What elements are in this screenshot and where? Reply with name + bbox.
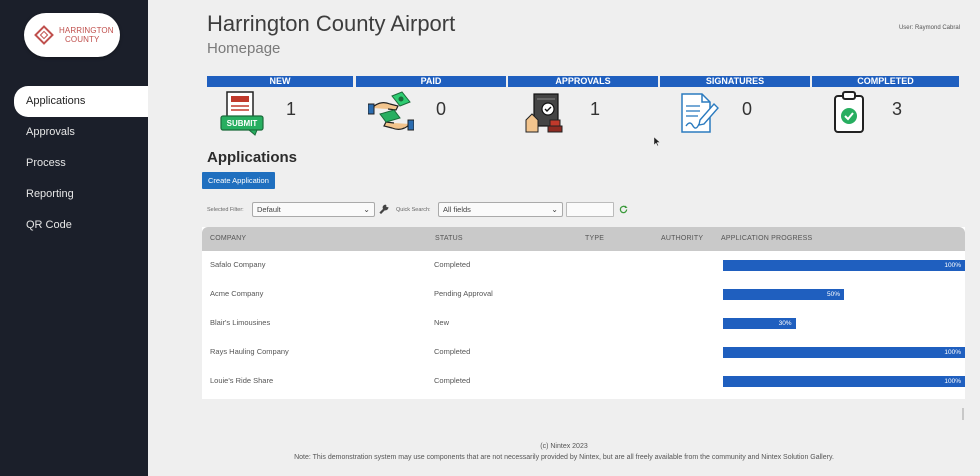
progress-bar-fill: 30% (723, 318, 796, 329)
column-header-type[interactable]: TYPE (585, 227, 604, 251)
selected-filter-label: Selected Filter: (207, 207, 244, 213)
progress-label: 30% (778, 320, 792, 327)
status-cell: Completed (434, 260, 471, 269)
stat-label: COMPLETED (812, 76, 959, 87)
column-header-status[interactable]: STATUS (435, 227, 463, 251)
stat-label: PAID (356, 76, 506, 87)
status-cell: Completed (434, 376, 471, 385)
progress-label: 100% (944, 262, 961, 269)
signature-document-icon (681, 93, 719, 133)
approval-stamp-icon (525, 93, 563, 133)
sidebar-item-approvals[interactable]: Approvals (0, 117, 148, 148)
page-subtitle: Homepage (207, 40, 281, 57)
logo-line-2: COUNTY (65, 35, 100, 44)
stat-tile-approvals[interactable]: APPROVALS 1 (508, 76, 658, 140)
table-row[interactable]: Rays Hauling Company Completed 100% (202, 339, 965, 368)
stat-tile-paid[interactable]: PAID 0 (356, 76, 506, 140)
progress-label: 100% (944, 378, 961, 385)
stat-value: 0 (436, 99, 447, 119)
table-row[interactable]: Acme Company Pending Approval 50% (202, 281, 965, 310)
mouse-cursor-icon (654, 137, 660, 146)
clipboard-check-icon (834, 91, 864, 133)
sidebar-item-reporting[interactable]: Reporting (0, 179, 148, 210)
status-cell: Pending Approval (434, 289, 493, 298)
sidebar-item-process[interactable]: Process (0, 148, 148, 179)
quick-search-label: Quick Search: (396, 207, 431, 213)
progress-bar: 100% (723, 260, 965, 272)
current-user-label: User: Raymond Cabral (898, 25, 960, 31)
progress-bar-fill: 100% (723, 260, 965, 271)
chevron-down-icon: ⌄ (363, 205, 370, 214)
company-cell: Louie's Ride Share (210, 376, 274, 385)
quick-search-field-select[interactable]: All fields ⌄ (438, 202, 563, 217)
table-row[interactable]: Safalo Company Completed 100% (202, 252, 965, 281)
applications-table: COMPANY STATUS TYPE AUTHORITY APPLICATIO… (202, 227, 965, 399)
progress-bar-fill: 50% (723, 289, 844, 300)
sidebar-item-applications[interactable]: Applications (14, 86, 148, 117)
status-summary: NEW SUBMIT 1 PAID 0 APPROVALS 1 SIGNATUR… (207, 76, 959, 140)
company-cell: Acme Company (210, 289, 264, 298)
progress-bar-fill: 100% (723, 347, 965, 358)
column-header-authority[interactable]: AUTHORITY (661, 227, 703, 251)
stat-tile-completed[interactable]: COMPLETED 3 (812, 76, 959, 140)
progress-bar: 100% (723, 376, 965, 388)
footer-copyright: (c) Nintex 2023 (540, 443, 588, 450)
quick-search-input[interactable] (566, 202, 614, 217)
stat-tile-new[interactable]: NEW SUBMIT 1 (207, 76, 353, 140)
table-header: COMPANY STATUS TYPE AUTHORITY APPLICATIO… (202, 227, 965, 251)
progress-label: 100% (944, 349, 961, 356)
stat-value: 3 (892, 99, 903, 119)
chevron-down-icon: ⌄ (551, 205, 558, 214)
money-hand-icon (368, 91, 414, 131)
create-application-button[interactable]: Create Application (202, 172, 275, 189)
footer-note: Note: This demonstration system may use … (294, 454, 834, 461)
column-header-company[interactable]: COMPANY (210, 227, 246, 251)
svg-text:SUBMIT: SUBMIT (227, 119, 258, 128)
progress-bar: 30% (723, 318, 965, 330)
company-cell: Blair's Limousines (210, 318, 271, 327)
company-cell: Rays Hauling Company (210, 347, 289, 356)
selected-filter-select[interactable]: Default ⌄ (252, 202, 375, 217)
quick-search-field-value: All fields (443, 205, 471, 214)
progress-bar-fill: 100% (723, 376, 965, 387)
stat-value: 1 (286, 99, 297, 119)
logo-text: HARRINGTON COUNTY (59, 26, 114, 44)
submit-form-icon: SUBMIT (220, 91, 264, 136)
status-cell: Completed (434, 347, 471, 356)
wrench-icon[interactable] (379, 204, 389, 214)
scrollbar[interactable] (962, 408, 964, 420)
refresh-icon[interactable] (619, 205, 628, 214)
progress-label: 50% (826, 291, 840, 298)
column-header-application-progress[interactable]: APPLICATION PROGRESS (721, 227, 812, 251)
logo-line-1: HARRINGTON (59, 26, 114, 35)
stat-value: 1 (590, 99, 601, 119)
progress-bar: 50% (723, 289, 965, 301)
sidebar-nav: Applications Approvals Process Reporting… (0, 86, 148, 241)
applications-heading: Applications (207, 149, 298, 166)
logo-diamond-icon (34, 25, 54, 45)
stat-label: NEW (207, 76, 353, 87)
sidebar: HARRINGTON COUNTY Applications Approvals… (0, 0, 148, 476)
sidebar-item-qr-code[interactable]: QR Code (0, 210, 148, 241)
table-row[interactable]: Louie's Ride Share Completed 100% (202, 368, 965, 397)
harrington-county-logo[interactable]: HARRINGTON COUNTY (24, 13, 120, 57)
status-cell: New (434, 318, 450, 327)
company-cell: Safalo Company (210, 260, 266, 269)
stat-label: SIGNATURES (660, 76, 810, 87)
selected-filter-value: Default (257, 205, 281, 214)
stat-tile-signatures[interactable]: SIGNATURES 0 (660, 76, 810, 140)
page-title: Harrington County Airport (207, 11, 456, 36)
stat-label: APPROVALS (508, 76, 658, 87)
stat-value: 0 (742, 99, 753, 119)
table-row[interactable]: Blair's Limousines New 30% (202, 310, 965, 339)
progress-bar: 100% (723, 347, 965, 359)
logo-area: HARRINGTON COUNTY (0, 0, 148, 84)
